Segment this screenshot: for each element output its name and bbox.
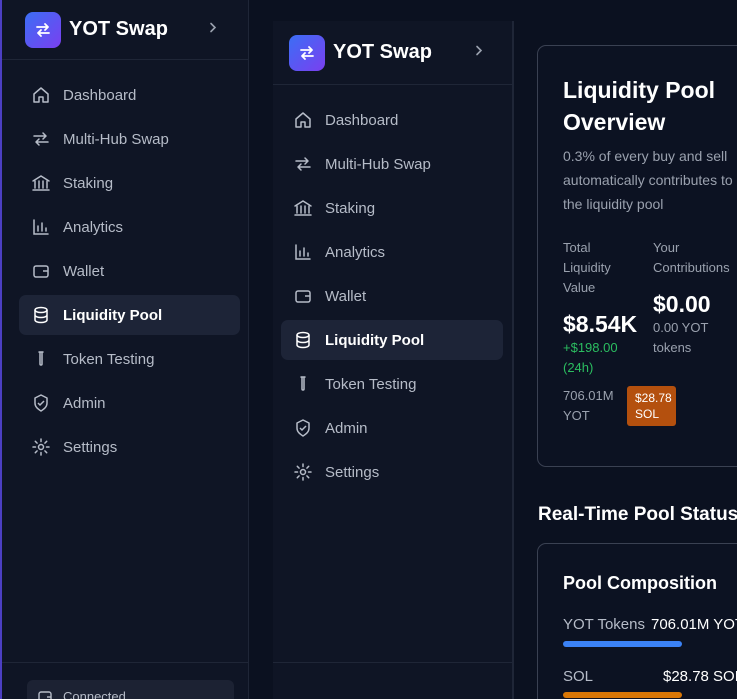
home-icon: [293, 110, 313, 130]
brand-header: YOT Swap: [2, 0, 248, 60]
database-icon: [31, 305, 51, 325]
bank-icon: [31, 173, 51, 193]
test-tube-icon: [31, 349, 51, 369]
collapse-chevron-icon[interactable]: [474, 43, 484, 62]
sidebar-primary: YOT Swap Dashboard Multi-Hub Swap Staking A…: [0, 0, 249, 699]
sidebar-item-label: Settings: [325, 463, 380, 481]
wallet-status-label: Connected: [63, 689, 126, 699]
sidebar-item-label: Dashboard: [325, 111, 399, 129]
sidebar-item-label: Analytics: [325, 243, 386, 261]
sidebar-item-dashboard[interactable]: Dashboard: [19, 75, 240, 115]
sidebar-item-multi-hub-swap[interactable]: Multi-Hub Swap: [19, 119, 240, 159]
sol-label: SOL: [563, 668, 594, 685]
your-contributions-value: $0.00: [653, 291, 711, 317]
your-contributions-tokens: 0.00 YOT tokens: [653, 320, 709, 355]
sol-value: $28.78 SOL: [663, 668, 737, 685]
sidebar-nav: Dashboard Multi-Hub Swap Staking Analytics W…: [2, 60, 248, 467]
brand-header: YOT Swap: [273, 21, 512, 85]
home-icon: [31, 85, 51, 105]
sidebar-item-staking[interactable]: Staking: [19, 163, 240, 203]
sidebar-item-liquidity-pool[interactable]: Liquidity Pool: [19, 295, 240, 335]
sidebar-item-label: Staking: [325, 199, 376, 217]
sidebar-item-multi-hub-swap[interactable]: Multi-Hub Swap: [281, 144, 503, 184]
test-tube-icon: [293, 374, 313, 394]
bar-chart-icon: [293, 242, 313, 262]
gear-icon: [293, 462, 313, 482]
sidebar-item-label: Settings: [63, 438, 118, 456]
shield-icon: [31, 393, 51, 413]
pool-composition-title: Pool Composition: [563, 573, 717, 593]
sidebar-item-admin[interactable]: Admin: [19, 383, 240, 423]
brand-name: YOT Swap: [333, 41, 432, 63]
sidebar-item-label: Token Testing: [63, 350, 155, 368]
sidebar-item-analytics[interactable]: Analytics: [281, 232, 503, 272]
sidebar-item-analytics[interactable]: Analytics: [19, 207, 240, 247]
database-icon: [293, 330, 313, 350]
overview-title: Liquidity Pool Overview: [563, 77, 716, 135]
wallet-icon: [31, 261, 51, 281]
sidebar-item-label: Token Testing: [325, 375, 417, 393]
yot-tokens-value: 706.01M YOT: [651, 616, 737, 633]
sidebar-item-settings[interactable]: Settings: [19, 427, 240, 467]
sidebar-item-label: Analytics: [63, 218, 124, 236]
sidebar-item-label: Multi-Hub Swap: [63, 130, 169, 148]
gear-icon: [31, 437, 51, 457]
sidebar-item-wallet[interactable]: Wallet: [281, 276, 503, 316]
sidebar-item-label: Wallet: [325, 287, 367, 305]
sidebar-item-token-testing[interactable]: Token Testing: [19, 339, 240, 379]
sidebar-item-liquidity-pool[interactable]: Liquidity Pool: [281, 320, 503, 360]
sidebar-item-staking[interactable]: Staking: [281, 188, 503, 228]
swap-arrows-icon: [31, 129, 51, 149]
liquidity-overview-card: Liquidity Pool Overview 0.3% of every bu…: [537, 45, 737, 467]
pool-composition-card: Pool Composition YOT Tokens 706.01M YOT …: [537, 543, 737, 699]
main-divider: [513, 21, 514, 699]
total-liquidity-label: Total Liquidity Value: [563, 240, 611, 295]
wallet-status[interactable]: Connected: [27, 680, 234, 699]
sidebar-item-label: Admin: [63, 394, 106, 412]
collapse-chevron-icon[interactable]: [208, 20, 218, 39]
bank-icon: [293, 198, 313, 218]
total-liquidity-value: $8.54K: [563, 311, 638, 337]
brand-logo-icon: [25, 11, 61, 48]
sidebar-item-label: Wallet: [63, 262, 105, 280]
sidebar-footer: Connected: [2, 662, 248, 699]
sidebar-secondary: YOT Swap Dashboard Multi-Hub Swap Staking A…: [273, 21, 513, 699]
overview-description: 0.3% of every buy and sell automatically…: [563, 148, 733, 212]
wallet-icon: [293, 286, 313, 306]
brand-logo-icon: [289, 34, 325, 71]
swap-arrows-icon: [293, 154, 313, 174]
sidebar-item-label: Multi-Hub Swap: [325, 155, 431, 173]
pool-sol-badge: $28.78 SOL: [627, 386, 676, 426]
pool-yot-amount: 706.01M YOT: [563, 388, 614, 423]
your-contributions-label: Your Contributions: [653, 240, 730, 275]
sidebar-item-label: Staking: [63, 174, 114, 192]
sidebar-nav: Dashboard Multi-Hub Swap Staking Analytics W…: [273, 85, 512, 492]
brand-name: YOT Swap: [69, 18, 168, 40]
sidebar-item-label: Dashboard: [63, 86, 137, 104]
yot-tokens-label: YOT Tokens: [563, 616, 645, 633]
yot-share-bar: [563, 641, 682, 647]
total-liquidity-change: +$198.00 (24h): [563, 340, 618, 375]
sol-share-bar: [563, 692, 682, 698]
realtime-section-title: Real-Time Pool Status: [538, 504, 737, 525]
bar-chart-icon: [31, 217, 51, 237]
sidebar-item-wallet[interactable]: Wallet: [19, 251, 240, 291]
sidebar-item-label: Admin: [325, 419, 368, 437]
shield-icon: [293, 418, 313, 438]
wallet-icon: [37, 689, 53, 699]
sidebar-item-settings[interactable]: Settings: [281, 452, 503, 492]
sidebar-item-dashboard[interactable]: Dashboard: [281, 100, 503, 140]
sidebar-footer: [273, 662, 512, 699]
sidebar-item-label: Liquidity Pool: [325, 331, 425, 349]
sidebar-item-admin[interactable]: Admin: [281, 408, 503, 448]
sidebar-item-token-testing[interactable]: Token Testing: [281, 364, 503, 404]
sidebar-item-label: Liquidity Pool: [63, 306, 163, 324]
